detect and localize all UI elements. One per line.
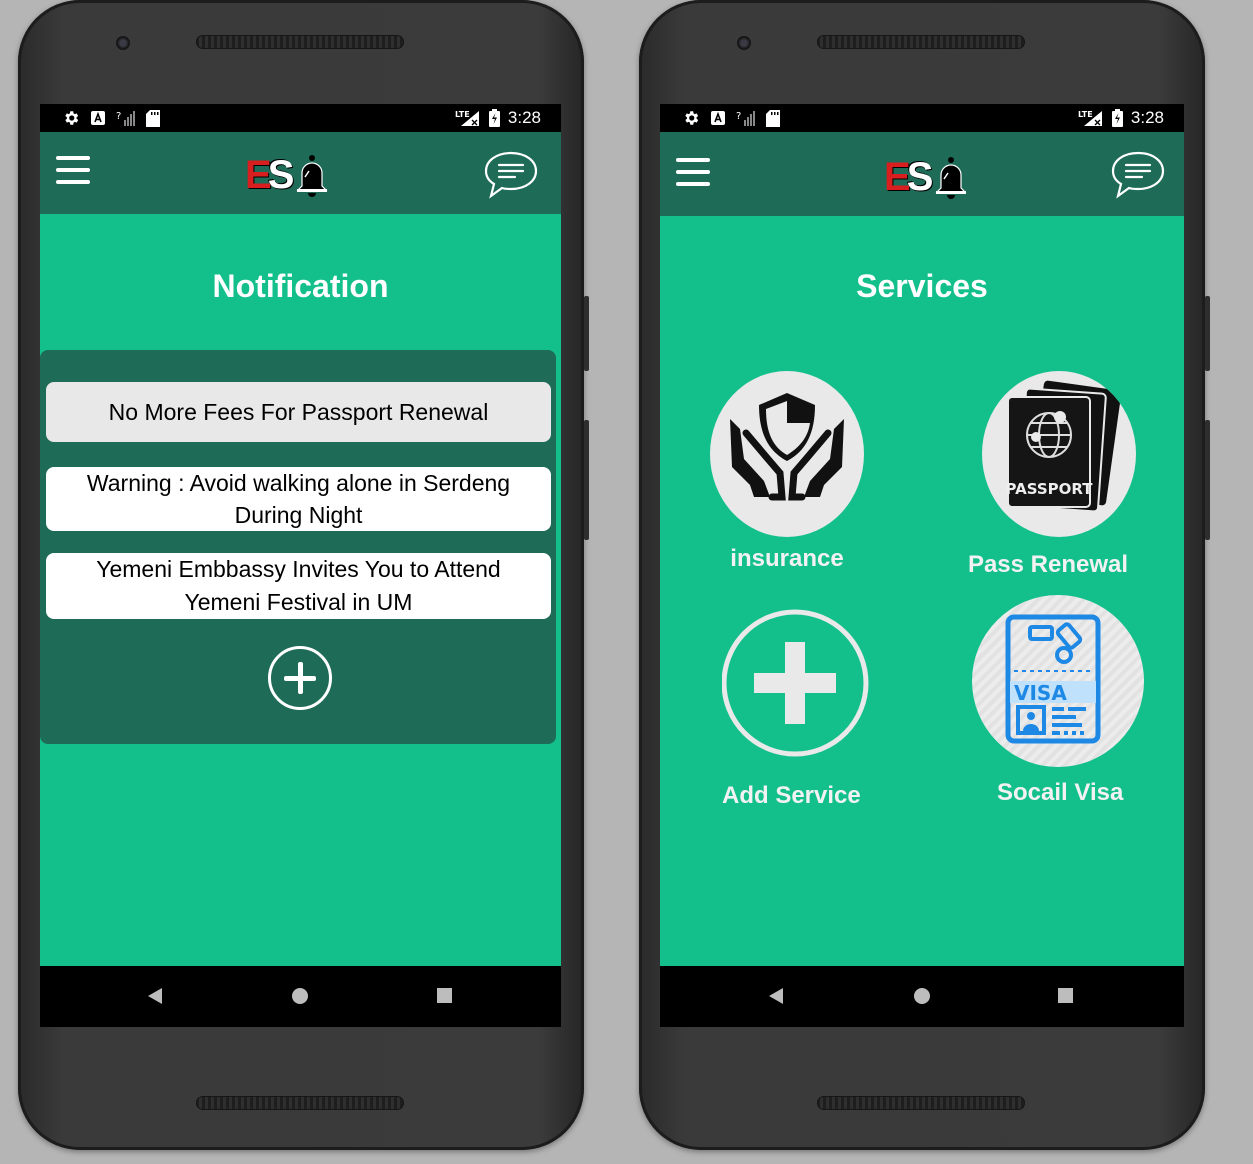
status-time: 3:28 — [1130, 108, 1164, 127]
services-screen: ? LTE 3:28 ES Services insurance PASSPOR… — [660, 104, 1184, 966]
service-label: Pass Renewal — [967, 551, 1129, 578]
front-camera — [737, 36, 751, 50]
phone-notification: ? LTE 3:28 ES Notification No More Fees … — [18, 0, 589, 1150]
top-speaker — [817, 35, 1025, 49]
status-bar: ? LTE 3:28 — [660, 104, 1184, 132]
notification-item[interactable]: No More Fees For Passport Renewal — [46, 382, 551, 442]
bell-icon — [935, 157, 967, 199]
chat-icon[interactable] — [483, 150, 539, 200]
notification-screen: ? LTE 3:28 ES Notification No More Fees … — [40, 104, 561, 966]
notification-panel: No More Fees For Passport Renewal Warnin… — [40, 350, 556, 744]
gear-icon — [682, 109, 700, 127]
app-bar: ES — [40, 132, 561, 214]
visa-document-icon: VISA — [1005, 614, 1101, 744]
volume-button — [1205, 420, 1210, 540]
home-icon[interactable] — [292, 988, 308, 1004]
phone-services: ? LTE 3:28 ES Services insurance PASSPOR… — [639, 0, 1210, 1150]
service-insurance-circle — [710, 371, 864, 537]
back-icon[interactable] — [148, 988, 162, 1004]
menu-icon[interactable] — [676, 158, 710, 190]
battery-charging-icon — [488, 109, 500, 127]
service-visa-circle: VISA — [972, 595, 1144, 767]
service-label: insurance — [730, 545, 844, 572]
lte-signal-icon: LTE — [455, 109, 481, 127]
app-logo: ES — [245, 152, 330, 198]
volume-button — [584, 420, 589, 540]
app-logo: ES — [884, 154, 969, 200]
top-speaker — [196, 35, 404, 49]
svg-text:?: ? — [736, 111, 741, 122]
page-title: Services — [856, 268, 988, 304]
svg-text:PASSPORT: PASSPORT — [1005, 480, 1093, 498]
service-passport-circle: PASSPORT — [982, 371, 1136, 537]
service-label: Socail Visa — [997, 779, 1124, 806]
chat-icon[interactable] — [1110, 150, 1166, 200]
service-label: Add Service — [722, 782, 861, 809]
notification-item[interactable]: Yemeni Embbassy Invites You to Attend Ye… — [46, 553, 551, 619]
status-time: 3:28 — [507, 108, 541, 127]
passport-icon: PASSPORT — [1005, 380, 1122, 513]
recent-apps-icon[interactable] — [437, 988, 452, 1003]
bottom-speaker — [817, 1096, 1025, 1110]
service-social-visa[interactable]: VISA Socail Visa — [972, 595, 1144, 813]
home-icon[interactable] — [914, 988, 930, 1004]
service-pass-renewal[interactable]: PASSPORT Pass Renewal — [958, 371, 1136, 586]
navigation-bar — [660, 966, 1184, 1027]
no-signal-icon: ? — [736, 109, 756, 127]
a-notification-icon — [90, 110, 106, 126]
sd-card-icon — [766, 109, 780, 127]
back-icon[interactable] — [769, 988, 783, 1004]
gear-icon — [62, 109, 80, 127]
battery-charging-icon — [1111, 109, 1123, 127]
insurance-shield-hands-icon — [730, 393, 844, 501]
app-bar: ES — [660, 132, 1184, 216]
lte-signal-icon: LTE — [1078, 109, 1104, 127]
bottom-speaker — [196, 1096, 404, 1110]
service-add[interactable]: Add Service — [712, 608, 882, 818]
no-signal-icon: ? — [116, 109, 136, 127]
a-notification-icon — [710, 110, 726, 126]
service-insurance[interactable]: insurance — [710, 371, 864, 581]
svg-text:LTE: LTE — [455, 110, 470, 119]
notification-item[interactable]: Warning : Avoid walking alone in Serdeng… — [46, 467, 551, 531]
svg-text:VISA: VISA — [1014, 681, 1067, 705]
status-bar: ? LTE 3:28 — [40, 104, 561, 132]
recent-apps-icon[interactable] — [1058, 988, 1073, 1003]
menu-icon[interactable] — [56, 156, 90, 188]
front-camera — [116, 36, 130, 50]
power-button — [1205, 296, 1210, 371]
bell-icon — [296, 155, 328, 197]
power-button — [584, 296, 589, 371]
svg-text:LTE: LTE — [1078, 110, 1093, 119]
svg-text:?: ? — [116, 111, 121, 122]
sd-card-icon — [146, 109, 160, 127]
page-title: Notification — [212, 268, 389, 304]
navigation-bar — [40, 966, 561, 1027]
add-notification-button[interactable] — [268, 646, 332, 710]
add-circle-icon — [721, 609, 869, 757]
